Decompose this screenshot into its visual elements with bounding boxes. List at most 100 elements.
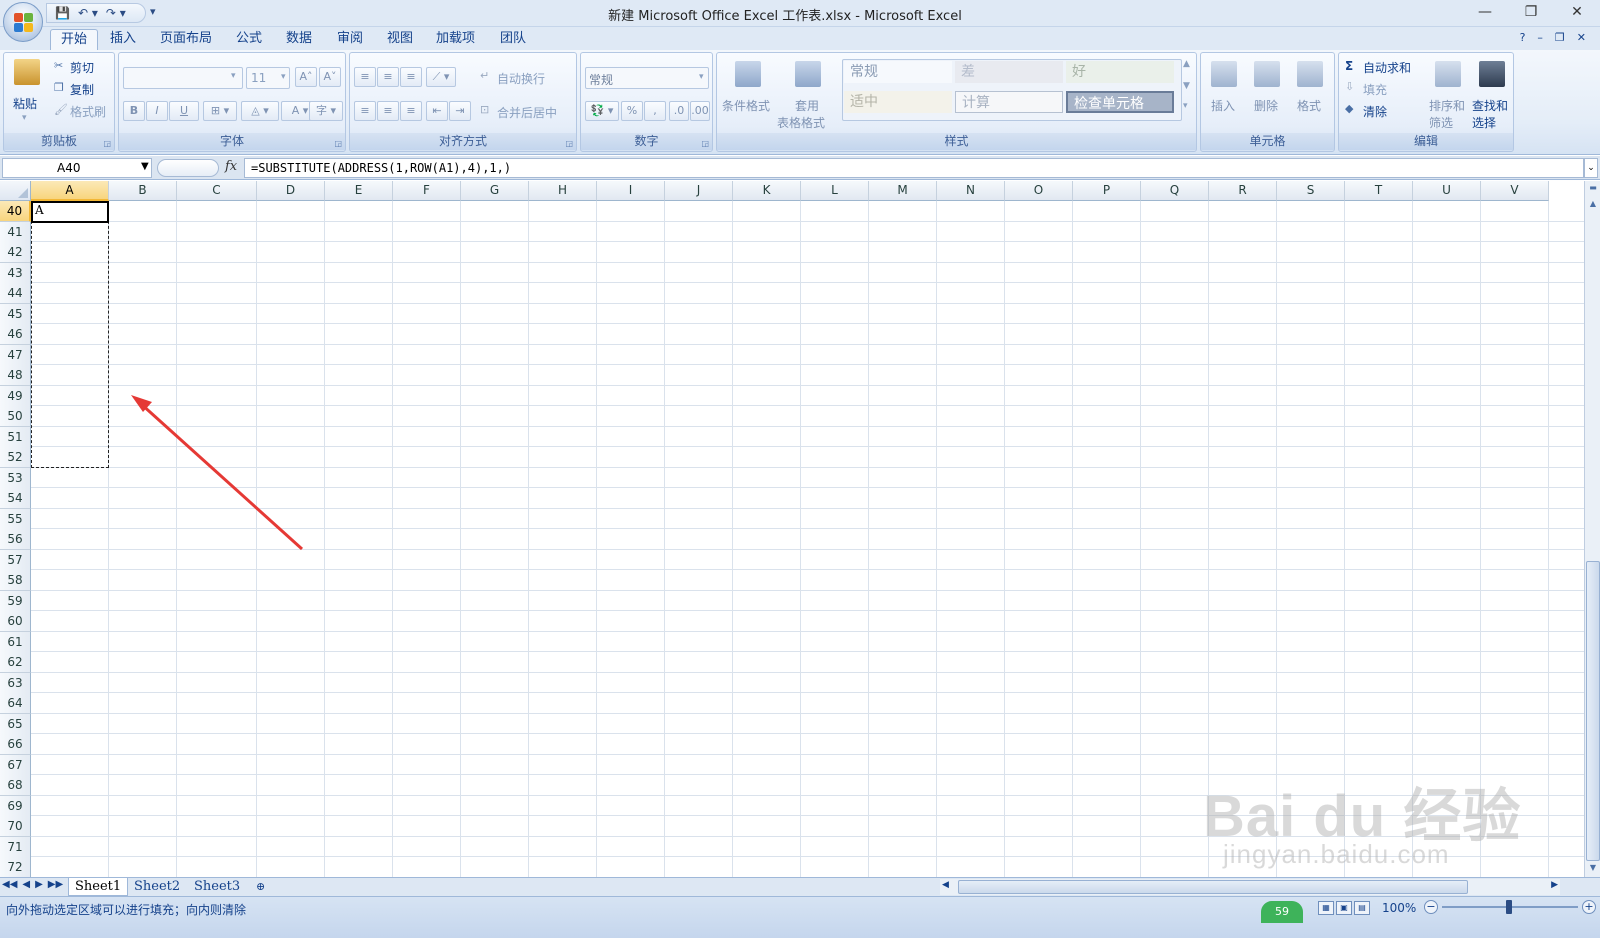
shrink-font-button[interactable]: A˅ (319, 67, 341, 87)
dialog-launcher-icon[interactable]: ◲ (103, 139, 111, 148)
comma-button[interactable]: , (644, 101, 666, 121)
insert-sheet-icon[interactable]: ⊕ (250, 878, 271, 896)
scroll-left-icon[interactable]: ◀ (942, 880, 949, 890)
help-icon[interactable]: ? (1520, 31, 1526, 44)
name-box-dropdown-icon[interactable]: ▼ (141, 161, 149, 172)
font-dialog-launcher-icon[interactable]: ◲ (334, 139, 342, 148)
alignment-dialog-launcher-icon[interactable]: ◲ (565, 139, 573, 148)
wrap-text-button[interactable]: 自动换行 (497, 70, 545, 87)
underline-button[interactable]: U (169, 101, 199, 121)
conditional-format-button[interactable]: 条件格式 (722, 97, 770, 114)
expand-formula-bar-icon[interactable]: ⌄ (1584, 158, 1598, 178)
font-size-combo[interactable]: 11 ▾ (246, 67, 290, 89)
restore-icon[interactable]: ❐ (1508, 0, 1554, 26)
office-button[interactable] (3, 2, 43, 42)
prev-sheet-icon[interactable]: ◀ (22, 879, 30, 890)
sheet-tab-2[interactable]: Sheet2 (128, 878, 186, 896)
tab-home[interactable]: 开始 (50, 29, 99, 50)
increase-indent-button[interactable]: ⇥ (449, 101, 471, 121)
percent-button[interactable]: % (621, 101, 643, 121)
minimize-icon[interactable]: — (1462, 0, 1508, 26)
scroll-down-icon[interactable]: ▼ (1586, 861, 1600, 875)
insert-function-icon[interactable]: fx (225, 159, 237, 174)
italic-button[interactable]: I (146, 101, 168, 121)
align-top-button[interactable]: ≡ (354, 67, 376, 87)
doc-restore-icon[interactable]: ❐ (1555, 31, 1565, 44)
page-layout-view-icon[interactable]: ▣ (1336, 901, 1352, 915)
bold-button[interactable]: B (123, 101, 145, 121)
split-box-icon[interactable]: ▬ (1586, 181, 1600, 195)
zoom-in-icon[interactable]: + (1582, 900, 1596, 914)
formula-input[interactable]: =SUBSTITUTE(ADDRESS(1,ROW(A1),4),1,) (244, 158, 1584, 178)
worksheet-grid[interactable]: ABCDEFGHIJKLMNOPQRSTUV 40 41 42 43 44 45 46 47 4… (0, 181, 1584, 877)
zoom-level[interactable]: 100% (1382, 901, 1416, 915)
style-bad[interactable]: 差 (955, 61, 1063, 83)
decrease-indent-button[interactable]: ⇤ (426, 101, 448, 121)
tab-addins[interactable]: 加载项 (426, 29, 485, 50)
normal-view-icon[interactable]: ▦ (1318, 901, 1334, 915)
page-break-view-icon[interactable]: ▤ (1354, 901, 1370, 915)
fill-color-button[interactable]: ◬ ▾ (241, 101, 279, 121)
align-bottom-button[interactable]: ≡ (400, 67, 422, 87)
merge-center-button[interactable]: 合并后居中 (497, 104, 557, 121)
tab-insert[interactable]: 插入 (100, 29, 146, 50)
tab-view[interactable]: 视图 (377, 29, 423, 50)
format-as-table-button[interactable]: 套用 (795, 97, 819, 114)
sort-filter-button[interactable]: 排序和 (1429, 97, 1465, 114)
next-sheet-icon[interactable]: ▶ (35, 879, 43, 890)
first-sheet-icon[interactable]: ◀◀ (2, 879, 17, 890)
zoom-slider-thumb[interactable] (1506, 900, 1512, 914)
align-center-button[interactable]: ≡ (377, 101, 399, 121)
style-good[interactable]: 好 (1066, 61, 1174, 83)
find-select-button[interactable]: 查找和 (1472, 97, 1508, 114)
increase-decimal-button[interactable]: .0 (669, 101, 689, 121)
vertical-scroll-thumb[interactable] (1586, 561, 1600, 861)
delete-cells-button[interactable]: 删除 (1254, 97, 1278, 114)
copy-button[interactable]: 复制 (70, 81, 94, 98)
paste-dropdown-icon[interactable]: ▾ (22, 113, 27, 123)
sheet-tab-1[interactable]: Sheet1 (68, 878, 129, 896)
paste-icon[interactable] (14, 59, 40, 85)
formula-bar-handle[interactable] (157, 159, 219, 177)
style-normal[interactable]: 常规 (844, 61, 952, 83)
sheet-tab-3[interactable]: Sheet3 (188, 878, 246, 896)
paste-button[interactable]: 粘贴 (13, 95, 37, 112)
close-icon[interactable]: ✕ (1554, 0, 1600, 26)
zoom-out-icon[interactable]: − (1424, 900, 1438, 914)
scroll-right-icon[interactable]: ▶ (1551, 880, 1558, 890)
tab-formulas[interactable]: 公式 (226, 29, 272, 50)
tab-review[interactable]: 审阅 (327, 29, 373, 50)
align-right-button[interactable]: ≡ (400, 101, 422, 121)
font-name-dropdown-icon[interactable]: ▾ (231, 71, 236, 81)
gallery-scroll-down-icon[interactable]: ▼ (1183, 81, 1190, 91)
decrease-decimal-button[interactable]: .00 (690, 101, 710, 121)
phonetic-button[interactable]: 字 ▾ (309, 101, 343, 121)
doc-minimize-icon[interactable]: – (1537, 31, 1543, 44)
style-neutral[interactable]: 适中 (844, 91, 952, 113)
cut-button[interactable]: 剪切 (70, 59, 94, 76)
format-painter-button[interactable]: 格式刷 (70, 103, 106, 120)
last-sheet-icon[interactable]: ▶▶ (48, 879, 63, 890)
format-cells-button[interactable]: 格式 (1297, 97, 1321, 114)
gallery-scroll-up-icon[interactable]: ▲ (1183, 59, 1190, 69)
align-middle-button[interactable]: ≡ (377, 67, 399, 87)
number-format-combo[interactable]: 常规 ▾ (585, 67, 709, 89)
accounting-format-button[interactable]: 💱 ▾ (585, 101, 619, 121)
clear-button[interactable]: 清除 (1363, 103, 1387, 120)
fill-button[interactable]: 填充 (1363, 81, 1387, 98)
tab-data[interactable]: 数据 (276, 29, 322, 50)
horizontal-scrollbar[interactable]: ◀ ▶ (940, 879, 1560, 895)
vertical-scrollbar[interactable]: ▬ ▲ ▼ (1584, 181, 1600, 877)
borders-button[interactable]: ⊞ ▾ (203, 101, 237, 121)
scroll-up-icon[interactable]: ▲ (1586, 197, 1600, 211)
font-name-combo[interactable] (123, 67, 243, 89)
tab-team[interactable]: 团队 (490, 29, 536, 50)
orientation-button[interactable]: ⟋ ▾ (426, 67, 456, 87)
doc-close-icon[interactable]: ✕ (1577, 31, 1586, 44)
align-left-button[interactable]: ≡ (354, 101, 376, 121)
name-box[interactable]: A40 (2, 158, 152, 178)
style-check-cell[interactable]: 检查单元格 (1066, 91, 1174, 113)
gallery-more-icon[interactable]: ▾ (1183, 101, 1188, 111)
number-dialog-launcher-icon[interactable]: ◲ (701, 139, 709, 148)
style-calculation[interactable]: 计算 (955, 91, 1063, 113)
